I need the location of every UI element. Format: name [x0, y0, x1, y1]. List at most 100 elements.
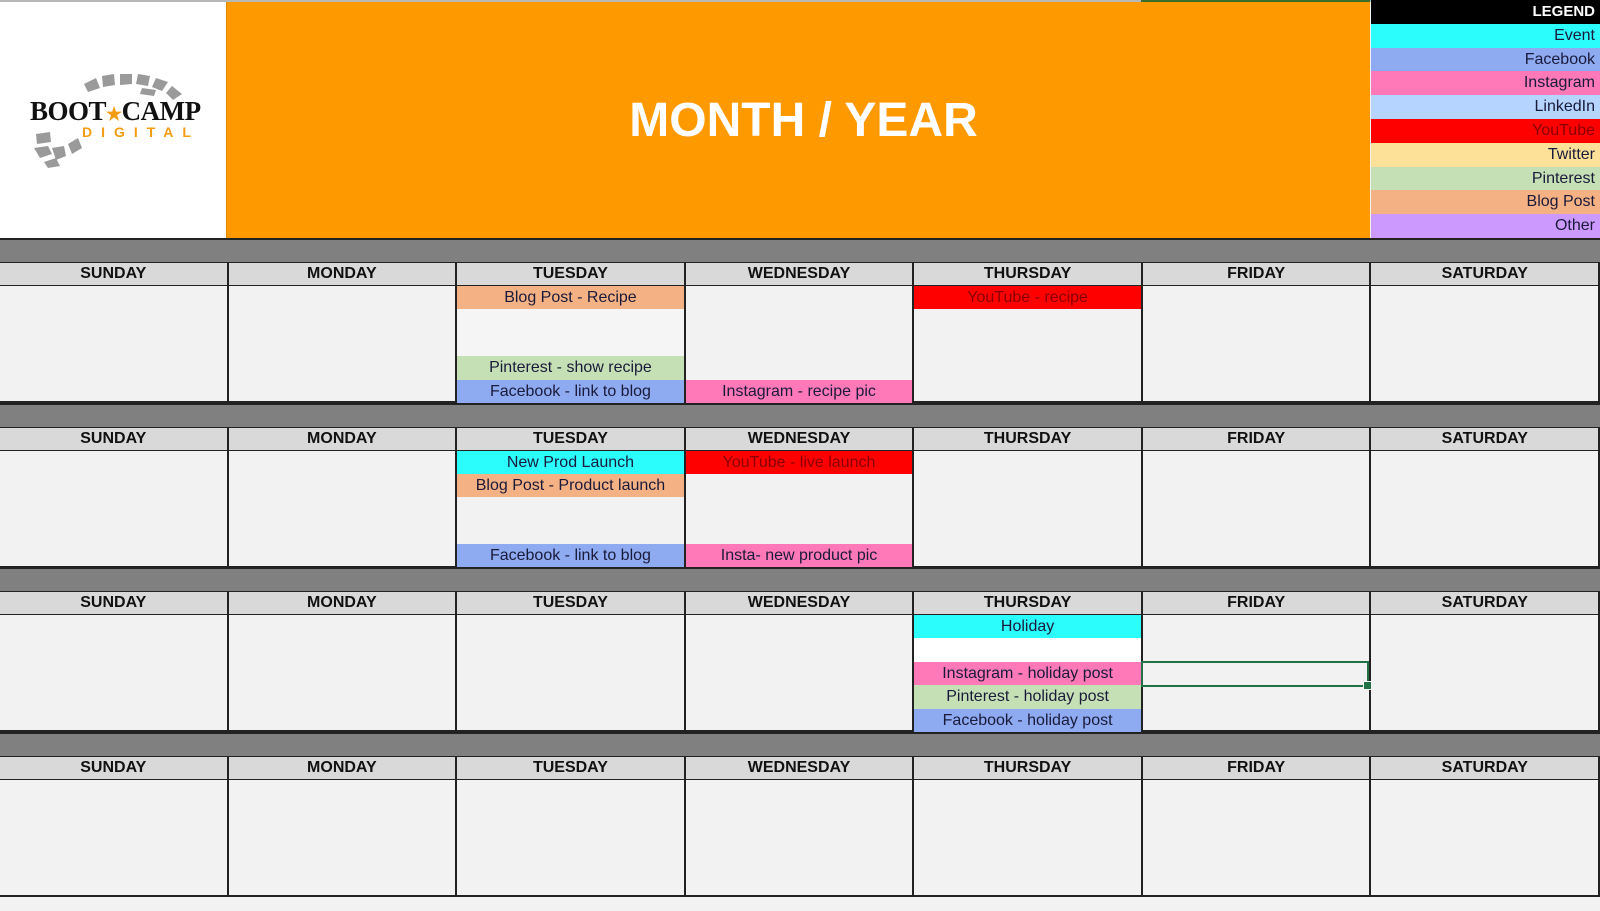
empty-slot[interactable]: [1143, 873, 1370, 896]
empty-slot[interactable]: [686, 474, 913, 497]
empty-slot[interactable]: [0, 474, 227, 497]
day-cell-thursday[interactable]: [914, 779, 1143, 896]
day-header-saturday[interactable]: SATURDAY: [1371, 263, 1600, 285]
empty-slot[interactable]: [1371, 685, 1598, 708]
day-cell-friday[interactable]: [1142, 450, 1372, 566]
empty-slot[interactable]: [229, 544, 456, 567]
legend-item-twitter[interactable]: Twitter: [1371, 142, 1600, 167]
day-cell-friday[interactable]: [1140, 615, 1373, 732]
empty-slot[interactable]: [0, 803, 227, 826]
empty-slot[interactable]: [0, 380, 227, 403]
empty-slot[interactable]: [0, 780, 227, 803]
day-header-sunday[interactable]: SUNDAY: [0, 263, 229, 285]
empty-slot[interactable]: [0, 709, 227, 732]
empty-slot[interactable]: [0, 497, 227, 520]
legend-title[interactable]: LEGEND: [1371, 0, 1600, 24]
day-cell-sunday[interactable]: [0, 779, 229, 895]
empty-slot[interactable]: [1143, 709, 1370, 732]
empty-slot[interactable]: [1143, 333, 1370, 356]
empty-slot[interactable]: [1143, 685, 1370, 708]
empty-slot[interactable]: [0, 333, 227, 356]
empty-slot[interactable]: [914, 497, 1141, 520]
empty-slot[interactable]: [1371, 286, 1598, 309]
day-cell-monday[interactable]: [228, 286, 458, 401]
empty-slot[interactable]: [914, 380, 1141, 403]
empty-slot[interactable]: [914, 873, 1141, 896]
day-cell-friday[interactable]: [1142, 779, 1372, 896]
day-cell-friday[interactable]: [1142, 286, 1372, 403]
empty-slot[interactable]: [229, 521, 456, 544]
day-cell-thursday[interactable]: YouTube - recipe: [914, 286, 1143, 401]
empty-slot[interactable]: [914, 474, 1141, 497]
empty-slot[interactable]: [1143, 474, 1370, 497]
empty-slot[interactable]: [229, 333, 456, 356]
day-cell-saturday[interactable]: [1371, 779, 1600, 895]
empty-slot[interactable]: [457, 873, 684, 896]
day-header-saturday[interactable]: SATURDAY: [1371, 592, 1600, 614]
empty-slot[interactable]: [1143, 521, 1370, 544]
empty-slot[interactable]: [1371, 474, 1598, 497]
calendar-entry-pinterest[interactable]: Pinterest - show recipe: [457, 356, 684, 380]
empty-slot[interactable]: [914, 826, 1141, 849]
legend-item-other[interactable]: Other: [1371, 214, 1600, 238]
selected-cell-cursor[interactable]: [1140, 660, 1373, 690]
day-header-friday[interactable]: FRIDAY: [1142, 263, 1372, 285]
calendar-entry-facebook[interactable]: Facebook - holiday post: [914, 708, 1141, 732]
empty-slot[interactable]: [0, 826, 227, 849]
calendar-entry-event[interactable]: New Prod Launch: [457, 450, 684, 474]
empty-slot[interactable]: [1371, 803, 1598, 826]
empty-slot[interactable]: [457, 521, 684, 544]
day-cell-tuesday[interactable]: [457, 779, 686, 896]
empty-slot[interactable]: [0, 521, 227, 544]
calendar-entry-facebook[interactable]: Facebook - link to blog: [457, 379, 684, 403]
legend-item-event[interactable]: Event: [1371, 23, 1600, 48]
day-cell-thursday[interactable]: Holiday Instagram - holiday post Pinterest…: [914, 615, 1143, 732]
day-cell-saturday[interactable]: [1371, 450, 1600, 566]
empty-slot[interactable]: [1143, 638, 1370, 661]
empty-slot[interactable]: [686, 286, 913, 309]
empty-slot[interactable]: [1143, 380, 1370, 403]
empty-slot[interactable]: [0, 638, 227, 661]
empty-slot[interactable]: [457, 615, 684, 638]
empty-slot[interactable]: [1143, 780, 1370, 803]
day-cell-wednesday[interactable]: YouTube - live launch Insta- new product …: [685, 450, 915, 568]
day-header-friday[interactable]: FRIDAY: [1142, 592, 1372, 614]
empty-slot[interactable]: [1371, 451, 1598, 474]
empty-slot[interactable]: [1371, 826, 1598, 849]
empty-slot[interactable]: [1143, 451, 1370, 474]
empty-slot[interactable]: [1143, 826, 1370, 849]
empty-slot[interactable]: [1371, 333, 1598, 356]
empty-slot[interactable]: [686, 356, 913, 379]
calendar-entry-instagram[interactable]: Instagram - holiday post: [914, 661, 1141, 686]
day-cell-monday[interactable]: [228, 779, 458, 895]
day-header-tuesday[interactable]: TUESDAY: [457, 592, 686, 614]
empty-slot[interactable]: [686, 873, 913, 896]
empty-slot[interactable]: [914, 638, 1141, 662]
empty-slot[interactable]: [1371, 497, 1598, 520]
empty-slot[interactable]: [229, 356, 456, 379]
day-cell-sunday[interactable]: [0, 615, 229, 730]
day-header-thursday[interactable]: THURSDAY: [914, 427, 1143, 450]
day-header-wednesday[interactable]: WEDNESDAY: [685, 427, 915, 450]
day-header-thursday[interactable]: THURSDAY: [914, 592, 1143, 614]
empty-slot[interactable]: [686, 709, 913, 732]
empty-slot[interactable]: [914, 850, 1141, 873]
empty-slot[interactable]: [457, 850, 684, 873]
empty-slot[interactable]: [0, 685, 227, 708]
title-cell[interactable]: MONTH / YEAR: [227, 2, 1370, 238]
empty-slot[interactable]: [914, 333, 1141, 356]
empty-slot[interactable]: [686, 333, 913, 356]
empty-slot[interactable]: [1371, 662, 1598, 685]
day-cell-monday[interactable]: [228, 615, 458, 730]
empty-slot[interactable]: [229, 685, 456, 708]
empty-slot[interactable]: [1143, 286, 1370, 309]
empty-slot[interactable]: [1143, 309, 1370, 332]
empty-slot[interactable]: [1143, 850, 1370, 873]
empty-slot[interactable]: [229, 474, 456, 497]
empty-slot[interactable]: [229, 451, 456, 474]
empty-slot[interactable]: [457, 309, 684, 333]
day-cell-tuesday[interactable]: Blog Post - Recipe Pinterest - show recip…: [457, 286, 686, 403]
empty-slot[interactable]: [1143, 803, 1370, 826]
day-header-tuesday[interactable]: TUESDAY: [457, 427, 686, 450]
empty-slot[interactable]: [1143, 356, 1370, 379]
